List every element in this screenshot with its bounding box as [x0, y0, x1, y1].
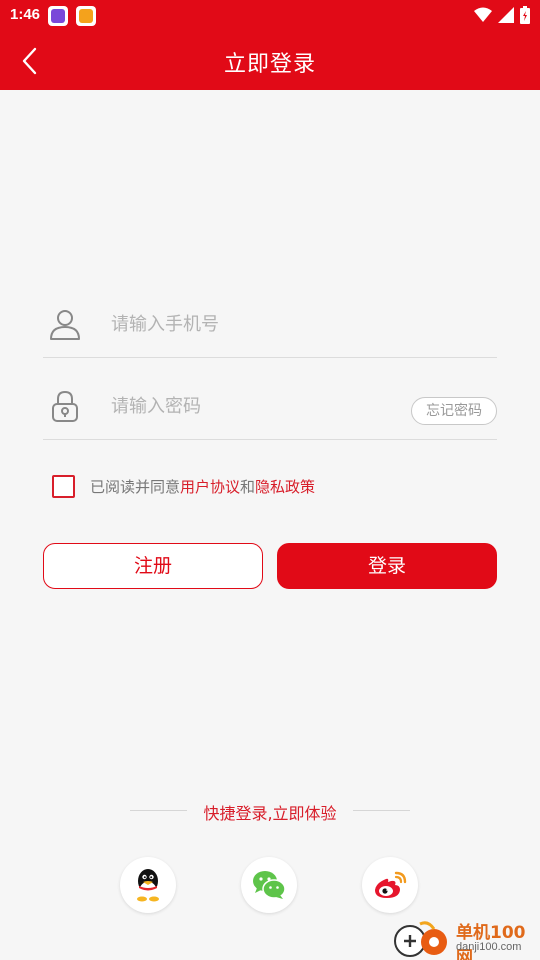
weibo-icon — [375, 871, 407, 898]
status-bar: 1:46 — [0, 0, 540, 32]
watermark: 单机100网 danji100.com — [390, 916, 540, 960]
user-agreement-link[interactable]: 用户协议 — [180, 476, 240, 497]
wechat-login-button[interactable] — [241, 857, 297, 913]
password-input[interactable] — [111, 390, 411, 422]
notification-app-icon — [76, 6, 96, 26]
phone-field — [43, 288, 497, 358]
quick-login-label: 快捷登录,立即体验 — [203, 804, 337, 823]
watermark-logo-icon — [394, 921, 447, 957]
navigation-bar: 立即登录 — [0, 32, 540, 90]
agreement-checkbox[interactable] — [52, 474, 75, 498]
notification-app-icon — [48, 6, 68, 26]
wifi-icon — [474, 7, 492, 22]
status-time: 1:46 — [10, 6, 41, 23]
wechat-icon — [253, 871, 286, 899]
qq-icon — [137, 869, 159, 902]
quick-login-divider: 快捷登录,立即体验 — [130, 798, 410, 824]
password-field: 忘记密码 — [43, 370, 497, 440]
divider-line — [353, 810, 410, 811]
battery-icon — [520, 6, 530, 24]
privacy-policy-link[interactable]: 隐私政策 — [255, 476, 315, 497]
phone-input[interactable] — [111, 308, 411, 340]
watermark-url: danji100.com — [456, 941, 522, 953]
signal-icon — [498, 7, 514, 23]
qq-login-button[interactable] — [120, 857, 176, 913]
user-icon — [50, 310, 80, 340]
forgot-password-button[interactable]: 忘记密码 — [411, 397, 497, 425]
register-button[interactable]: 注册 — [43, 543, 263, 589]
watermark-name: 单机100网 — [456, 923, 526, 960]
lock-icon — [52, 390, 78, 422]
weibo-login-button[interactable] — [362, 857, 418, 913]
login-button[interactable]: 登录 — [277, 543, 497, 589]
page-title: 立即登录 — [223, 52, 316, 77]
agreement-and: 和 — [240, 477, 256, 496]
agreement-row: 已阅读并同意 用户协议 和 隐私政策 — [52, 474, 315, 498]
status-icons — [474, 6, 530, 24]
agreement-prefix: 已阅读并同意 — [90, 477, 181, 496]
